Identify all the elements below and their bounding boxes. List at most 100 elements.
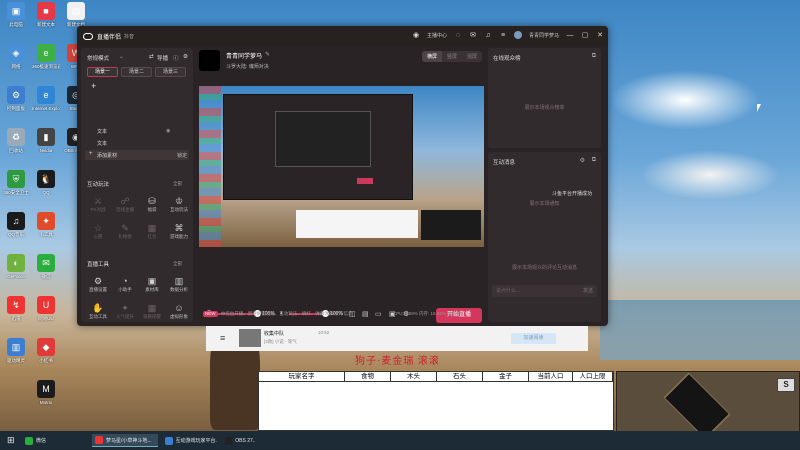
tool-button[interactable]: ✋ 互动工具: [85, 303, 111, 320]
desktop-icon[interactable]: ▤ 新建文档: [62, 2, 90, 28]
send-button[interactable]: 发送: [583, 285, 593, 297]
desktop-icon[interactable]: e 360极速浏览器: [32, 44, 60, 70]
taskbar-item[interactable]: 互动游戏玩家平台...: [162, 434, 220, 447]
desktop-icon[interactable]: ■ 新建文本: [32, 2, 60, 28]
desktop-icon[interactable]: ▣ 此电脑: [2, 2, 30, 28]
popout-icon[interactable]: ⧉: [592, 53, 596, 60]
settings-icon[interactable]: ⚙: [580, 157, 585, 164]
scene-tab-3[interactable]: 场景三: [155, 67, 186, 77]
desktop-icon[interactable]: ✉ 微信: [32, 254, 60, 280]
scene-tab-2[interactable]: 场景二: [121, 67, 152, 77]
source-item[interactable]: 文本: [97, 140, 107, 147]
desktop-icon[interactable]: ♻ 回收站: [2, 128, 30, 154]
mail-icon[interactable]: ✉: [469, 31, 477, 39]
desktop-icon[interactable]: ⛨ 360安全卫士: [2, 170, 30, 196]
wallpaper-cloud: [610, 70, 760, 130]
tool-button[interactable]: ☺ 虚拟形象: [166, 303, 192, 320]
guide-toggle-icon[interactable]: ⇄: [149, 54, 154, 60]
desktop-icon[interactable]: ▥ 驱动精灵: [2, 338, 30, 364]
desktop-icon-label: Nvidia: [39, 148, 53, 153]
close-icon[interactable]: ✕: [596, 31, 604, 39]
minimize-icon[interactable]: —: [566, 31, 574, 39]
orientation-landscape[interactable]: 横屏: [421, 51, 442, 62]
notification-thumbnail: [239, 329, 261, 347]
taskbar-app-icon: [25, 436, 33, 445]
scene-tab-1[interactable]: 场景一: [87, 67, 118, 77]
tool-button[interactable]: ▥ 数据分析: [166, 276, 192, 293]
tool-button[interactable]: ⛁ 福袋: [139, 196, 165, 213]
taskbar-item[interactable]: OBS 27...: [222, 434, 258, 447]
orientation-portrait[interactable]: 竖屏: [442, 51, 462, 62]
anchor-center-button[interactable]: 主播中心: [427, 32, 447, 39]
tool-button[interactable]: ▣ 素材库: [139, 276, 165, 293]
taskbar-item[interactable]: 微信: [22, 434, 72, 447]
tool-button[interactable]: ◔ 小助手: [112, 276, 138, 293]
desktop-icon[interactable]: ⚙ 控制面板: [2, 86, 30, 112]
notice-empty: 展示本场通知: [529, 201, 560, 207]
maximize-icon[interactable]: ▢: [581, 31, 589, 39]
mode-selector[interactable]: 常规模式: [87, 54, 109, 62]
help-icon[interactable]: ⓘ: [173, 54, 179, 62]
start-button[interactable]: ⊞: [4, 434, 18, 447]
popout-icon[interactable]: ⧉: [592, 157, 596, 164]
edit-icon[interactable]: ✎: [265, 51, 270, 58]
desktop-app-icon: ◐: [7, 254, 25, 272]
taskbar-app-icon: [165, 436, 173, 445]
desktop-icon[interactable]: ◆ 小红书: [32, 338, 60, 364]
avatar[interactable]: [514, 31, 523, 39]
notification-bar[interactable]: ≡ 收集中队 10:52 [3款] 小说 · 等气 加速阅读: [206, 326, 588, 351]
table-header-cell: 石头: [437, 372, 483, 381]
tool-button[interactable]: ▦ 观看提醒: [139, 303, 165, 320]
notification-action-button[interactable]: 加速阅读: [511, 333, 556, 344]
tool-button[interactable]: ✦ 人气提升: [112, 303, 138, 320]
bell-icon[interactable]: ♫: [484, 31, 492, 39]
tool-button[interactable]: ✎ 礼物榜: [112, 223, 138, 240]
score-button[interactable]: S: [777, 378, 795, 392]
desktop-icon[interactable]: ◐ GeForce: [2, 254, 30, 279]
desktop-icon[interactable]: U 网易UU: [32, 296, 60, 322]
interactive-more-link[interactable]: 全部: [173, 181, 182, 187]
menu-icon[interactable]: ≡: [220, 333, 225, 343]
lock-label[interactable]: 锁定: [177, 152, 187, 159]
tool-button[interactable]: ♔ 互动玩法: [166, 196, 192, 213]
desktop-icon[interactable]: M Motrix: [32, 380, 60, 405]
add-scene-icon[interactable]: +: [91, 81, 96, 91]
title-bar[interactable]: 直播伴侣 抖音 ◉ 主播中心 ◌ ✉ ♫ ≡ 青青同学萝马 — ▢ ✕: [77, 26, 608, 46]
desktop-icon[interactable]: ↯ 迅雷: [2, 296, 30, 322]
desktop-icon-label: Motrix: [39, 400, 53, 405]
desktop-app-icon: 🐧: [37, 170, 55, 188]
message-icon[interactable]: ◌: [454, 31, 462, 39]
minimap[interactable]: [663, 372, 731, 440]
tool-button[interactable]: ☆ 心愿: [85, 223, 111, 240]
tools-more-link[interactable]: 全部: [173, 261, 182, 267]
tool-label: 小助手: [118, 287, 132, 292]
user-name[interactable]: 青青同学萝马: [529, 32, 559, 39]
chat-input[interactable]: 说点什么... 发送: [492, 285, 597, 297]
tool-button[interactable]: ☍ 连线主播: [112, 196, 138, 213]
desktop-icon[interactable]: 🐧 QQ: [32, 170, 60, 195]
taskbar-item[interactable]: 萝马星/小草神斗地...: [92, 434, 158, 447]
tool-button[interactable]: ⌘ 游戏能力: [166, 223, 192, 240]
status-announcement[interactable]: 中控台开播、新增解锁功能、互动玩法、填好、弹幕弹幕/发布信息: [221, 311, 353, 316]
guide-button[interactable]: 导播: [157, 54, 168, 62]
desktop-icon[interactable]: ✦ 小工具: [32, 212, 60, 238]
source-item[interactable]: 文本: [97, 128, 107, 135]
tool-label: 人气提升: [116, 314, 134, 319]
stream-preview[interactable]: [199, 86, 484, 247]
tool-button[interactable]: ⚔ PK对战: [85, 196, 111, 213]
eye-icon[interactable]: ◉: [166, 128, 170, 134]
orientation-mixed[interactable]: 混屏: [462, 51, 482, 62]
tool-button[interactable]: ▦ 红包: [139, 223, 165, 240]
taskbar-item-label: OBS 27...: [235, 437, 255, 444]
tool-button[interactable]: ⚙ 直播设置: [85, 276, 111, 293]
desktop-icon[interactable]: ♫ QQ音乐: [2, 212, 30, 238]
desktop-icon[interactable]: ▮ Nvidia: [32, 128, 60, 153]
desktop-icon[interactable]: ◈ 网络: [2, 44, 30, 70]
chevron-down-icon[interactable]: ⌄: [119, 54, 124, 60]
add-material-row[interactable]: + 添加素材 锁定: [85, 150, 189, 160]
menu-icon[interactable]: ≡: [499, 31, 507, 39]
streamer-avatar[interactable]: [199, 50, 220, 71]
desktop-icon[interactable]: e Internet Explorer: [32, 86, 60, 111]
settings-icon[interactable]: ⚙: [183, 54, 188, 60]
stream-category[interactable]: 斗罗大陆: 魂师对决: [226, 63, 269, 70]
